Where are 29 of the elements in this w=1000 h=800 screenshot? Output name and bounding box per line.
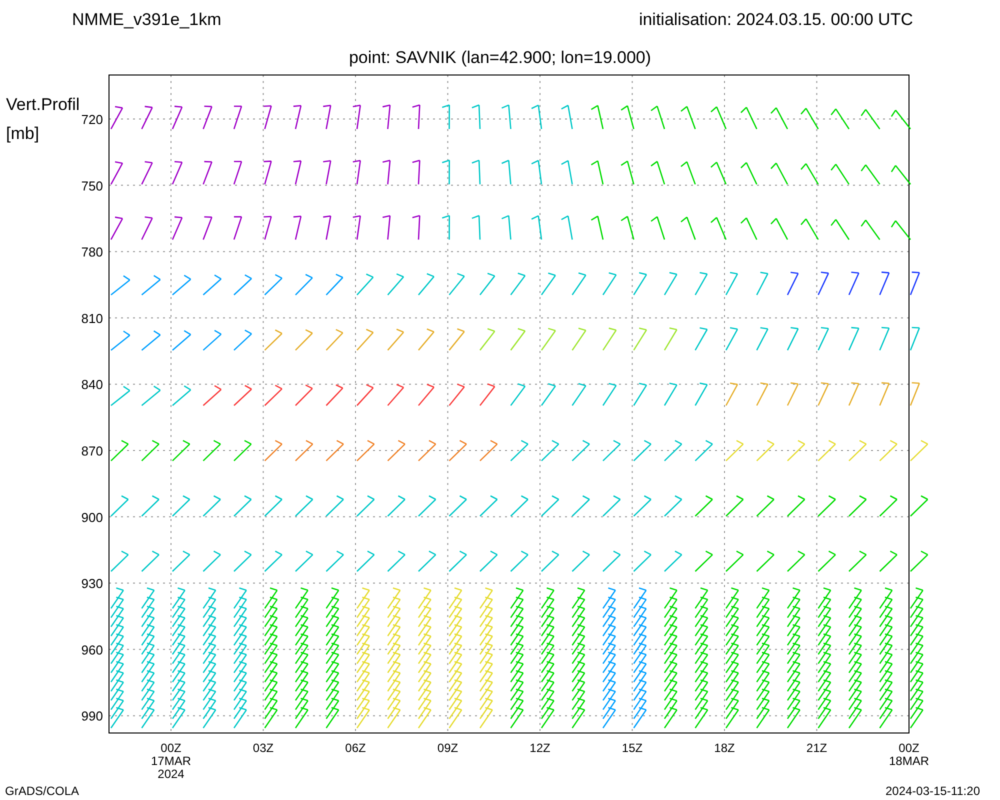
y-axis-title: Vert.Profil <box>6 95 80 114</box>
x-tick-label: 09Z <box>437 741 458 755</box>
y-tick-label: 840 <box>81 377 103 392</box>
x-tick-label: 03Z <box>252 741 274 755</box>
y-axis-unit: [mb] <box>6 124 40 143</box>
model-name: NMME_v391e_1km <box>72 10 222 29</box>
y-tick-label: 870 <box>81 444 103 458</box>
y-tick-label: 810 <box>81 310 103 326</box>
y-tick-label: 900 <box>81 510 103 525</box>
initialisation-time: initialisation: 2024.03.15. 00:00 UTC <box>638 10 913 29</box>
y-tick-label: 960 <box>81 642 103 658</box>
x-tick-label: 12Z <box>530 741 550 755</box>
x-tick-label: 17MAR <box>151 754 191 768</box>
software-credit: GrADS/COLA <box>5 784 80 798</box>
plot-timestamp: 2024-03-15-11:20 <box>885 784 980 798</box>
y-tick-label: 930 <box>81 576 103 592</box>
x-tick-label: 15Z <box>622 741 643 755</box>
x-tick-label: 18Z <box>714 741 735 755</box>
point-location: point: SAVNIK (lan=42.900; lon=19.000) <box>348 48 652 67</box>
y-tick-label: 750 <box>81 178 103 194</box>
x-tick-label: 18MAR <box>889 754 929 768</box>
x-tick-label: 06Z <box>345 741 366 755</box>
y-tick-label: 720 <box>81 112 103 127</box>
x-tick-label: 2024 <box>158 767 184 781</box>
x-tick-label: 00Z <box>160 741 182 755</box>
x-tick-label: 21Z <box>806 741 828 755</box>
x-tick-label: 00Z <box>898 741 920 755</box>
y-tick-label: 990 <box>81 708 103 724</box>
y-tick-label: 780 <box>81 244 103 260</box>
